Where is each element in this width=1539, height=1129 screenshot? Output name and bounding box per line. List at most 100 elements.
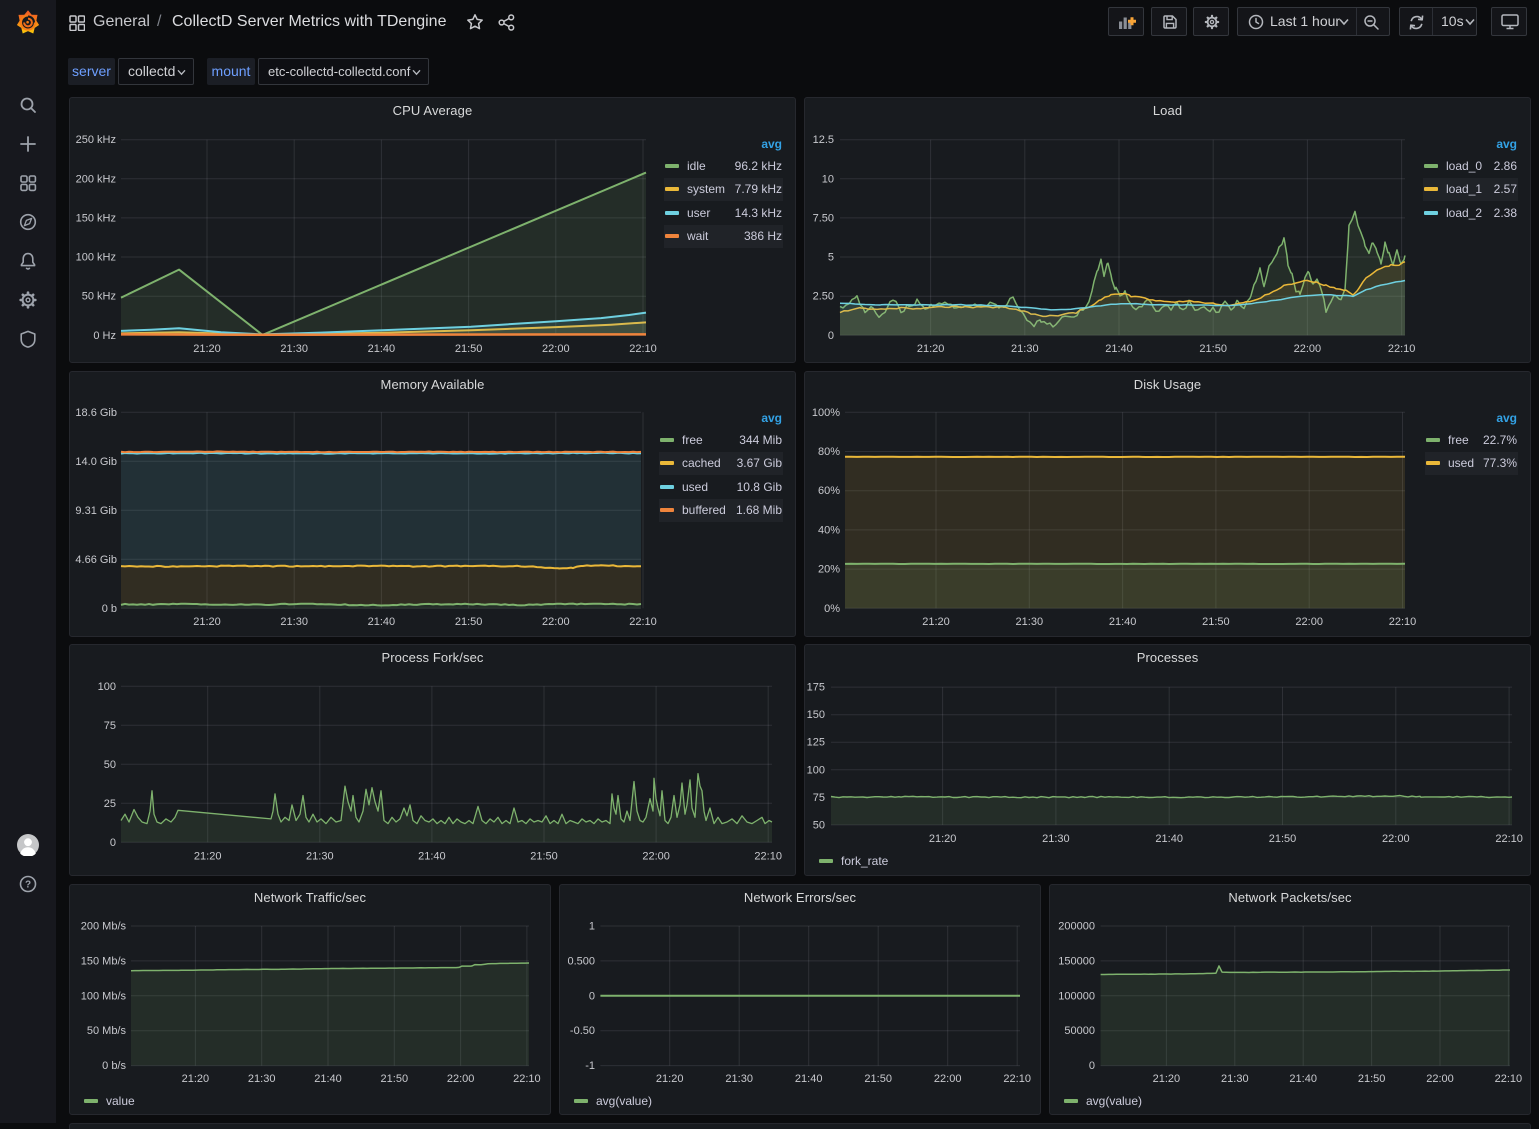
svg-text:21:20: 21:20 (194, 851, 222, 863)
svg-text:100000: 100000 (1058, 990, 1095, 1002)
svg-text:21:50: 21:50 (1358, 1073, 1386, 1085)
svg-text:22:00: 22:00 (1294, 343, 1322, 355)
svg-text:21:40: 21:40 (1109, 616, 1137, 628)
svg-text:22:00: 22:00 (934, 1073, 962, 1085)
svg-text:50 kHz: 50 kHz (82, 291, 116, 303)
svg-text:22:10: 22:10 (1388, 343, 1416, 355)
svg-text:21:20: 21:20 (922, 616, 950, 628)
svg-text:22:00: 22:00 (642, 851, 670, 863)
svg-text:22:00: 22:00 (1426, 1073, 1454, 1085)
svg-text:100: 100 (807, 764, 825, 776)
svg-text:21:30: 21:30 (725, 1073, 753, 1085)
svg-text:21:40: 21:40 (368, 616, 396, 628)
svg-text:14.0 Gib: 14.0 Gib (75, 456, 117, 468)
svg-text:21:40: 21:40 (795, 1073, 823, 1085)
svg-text:125: 125 (807, 737, 825, 749)
svg-text:22:00: 22:00 (447, 1073, 475, 1085)
svg-text:200 Mb/s: 200 Mb/s (81, 921, 127, 933)
svg-text:?: ? (25, 880, 31, 891)
svg-text:21:50: 21:50 (1202, 616, 1230, 628)
svg-text:0 b: 0 b (102, 603, 117, 615)
svg-text:2.50: 2.50 (813, 291, 834, 303)
svg-text:21:40: 21:40 (1289, 1073, 1317, 1085)
svg-text:100: 100 (98, 681, 116, 693)
svg-text:12.5: 12.5 (813, 134, 834, 146)
svg-text:22:00: 22:00 (1382, 833, 1410, 845)
svg-text:60%: 60% (818, 485, 840, 497)
svg-text:22:10: 22:10 (754, 851, 782, 863)
svg-text:0%: 0% (824, 603, 840, 615)
svg-text:50000: 50000 (1064, 1025, 1095, 1037)
svg-text:150 Mb/s: 150 Mb/s (81, 955, 127, 967)
svg-text:100 kHz: 100 kHz (76, 252, 116, 264)
svg-text:21:20: 21:20 (193, 616, 221, 628)
svg-text:9.31 Gib: 9.31 Gib (75, 505, 117, 517)
svg-text:75: 75 (813, 792, 825, 804)
svg-text:22:00: 22:00 (1295, 616, 1323, 628)
svg-text:0: 0 (1089, 1060, 1095, 1072)
svg-text:0: 0 (110, 837, 116, 849)
svg-text:21:30: 21:30 (1042, 833, 1070, 845)
svg-text:0.500: 0.500 (567, 955, 595, 967)
svg-text:75: 75 (104, 720, 116, 732)
svg-text:4.66 Gib: 4.66 Gib (75, 554, 117, 566)
svg-text:80%: 80% (818, 446, 840, 458)
svg-text:25: 25 (104, 798, 116, 810)
svg-text:21:50: 21:50 (1199, 343, 1227, 355)
svg-text:18.6 Gib: 18.6 Gib (75, 407, 117, 419)
svg-text:22:00: 22:00 (542, 616, 570, 628)
svg-text:21:30: 21:30 (280, 616, 308, 628)
svg-text:22:10: 22:10 (1495, 1073, 1523, 1085)
svg-text:100%: 100% (812, 407, 840, 419)
svg-text:21:20: 21:20 (917, 343, 945, 355)
svg-text:22:10: 22:10 (629, 343, 657, 355)
svg-text:21:30: 21:30 (1221, 1073, 1249, 1085)
svg-text:21:20: 21:20 (929, 833, 957, 845)
svg-text:21:40: 21:40 (1105, 343, 1133, 355)
svg-text:50 Mb/s: 50 Mb/s (87, 1025, 127, 1037)
svg-text:21:40: 21:40 (368, 343, 396, 355)
svg-text:0: 0 (828, 330, 834, 342)
svg-text:21:50: 21:50 (864, 1073, 892, 1085)
svg-text:21:30: 21:30 (248, 1073, 276, 1085)
svg-text:21:30: 21:30 (1016, 616, 1044, 628)
svg-text:21:20: 21:20 (182, 1073, 210, 1085)
svg-text:21:30: 21:30 (306, 851, 334, 863)
svg-text:21:30: 21:30 (280, 343, 308, 355)
svg-text:1: 1 (589, 921, 595, 933)
svg-text:21:40: 21:40 (314, 1073, 342, 1085)
svg-text:150: 150 (807, 709, 825, 721)
svg-text:21:50: 21:50 (455, 343, 483, 355)
svg-text:21:20: 21:20 (193, 343, 221, 355)
svg-text:21:30: 21:30 (1011, 343, 1039, 355)
svg-text:21:50: 21:50 (1269, 833, 1297, 845)
svg-text:50: 50 (104, 759, 116, 771)
svg-text:22:10: 22:10 (1003, 1073, 1031, 1085)
svg-text:200000: 200000 (1058, 921, 1095, 933)
svg-text:20%: 20% (818, 564, 840, 576)
svg-text:200 kHz: 200 kHz (76, 173, 116, 185)
svg-text:22:10: 22:10 (1389, 616, 1417, 628)
svg-text:22:00: 22:00 (542, 343, 570, 355)
svg-text:150 kHz: 150 kHz (76, 212, 116, 224)
svg-text:-1: -1 (585, 1060, 595, 1072)
svg-text:21:20: 21:20 (1153, 1073, 1181, 1085)
svg-text:21:40: 21:40 (418, 851, 446, 863)
svg-text:100 Mb/s: 100 Mb/s (81, 990, 127, 1002)
svg-text:21:40: 21:40 (1155, 833, 1183, 845)
svg-text:40%: 40% (818, 524, 840, 536)
svg-text:-0.50: -0.50 (570, 1025, 595, 1037)
svg-text:5: 5 (828, 252, 834, 264)
svg-text:21:50: 21:50 (530, 851, 558, 863)
svg-text:150000: 150000 (1058, 955, 1095, 967)
svg-text:0: 0 (589, 990, 595, 1002)
svg-text:22:10: 22:10 (1495, 833, 1523, 845)
svg-text:21:50: 21:50 (381, 1073, 409, 1085)
svg-text:0 Hz: 0 Hz (93, 330, 116, 342)
svg-text:21:50: 21:50 (455, 616, 483, 628)
svg-text:10: 10 (822, 173, 834, 185)
svg-text:175: 175 (807, 682, 825, 694)
svg-text:22:10: 22:10 (513, 1073, 541, 1085)
svg-text:21:20: 21:20 (656, 1073, 684, 1085)
svg-text:7.50: 7.50 (813, 212, 834, 224)
